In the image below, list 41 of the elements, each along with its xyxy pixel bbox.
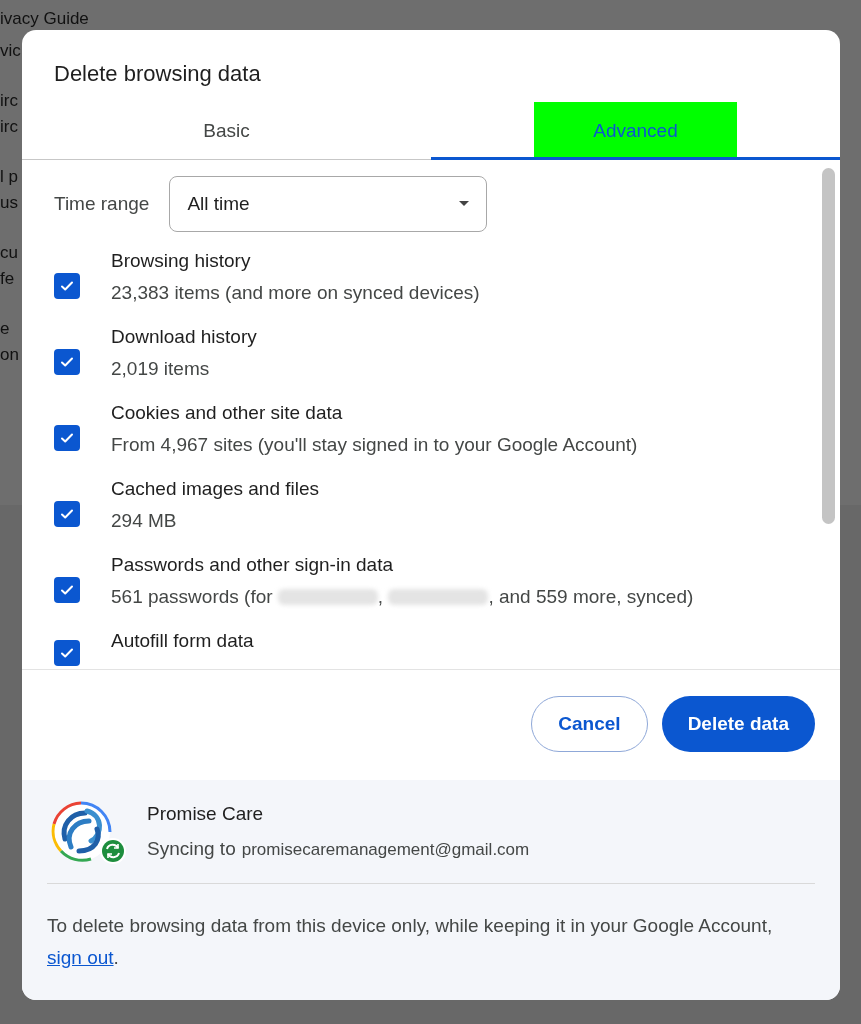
delete-button[interactable]: Delete data xyxy=(661,696,815,752)
sync-label: Syncing to xyxy=(147,836,236,861)
background-text: e xyxy=(0,318,10,340)
account-email: promisecaremanagement@gmail.com xyxy=(241,838,530,861)
tab[interactable]: Basic xyxy=(125,102,328,160)
option-detail: 23,383 items (and more on synced devices) xyxy=(111,281,480,305)
checkbox[interactable] xyxy=(54,577,80,603)
option-detail: , and 559 more, synced) xyxy=(488,585,694,609)
sign-out-note: To delete browsing data from this device only, while keeping it in your Google Account, sign out. xyxy=(47,914,774,970)
checkbox[interactable] xyxy=(54,349,80,375)
option-detail: From 4,967 sites (you'll stay signed in to your Google Account) xyxy=(111,433,638,457)
option-detail: 561 passwords (for xyxy=(111,585,274,609)
account-name: Promise Care xyxy=(147,802,265,826)
option-detail: 294 MB xyxy=(111,509,177,533)
option-title: Download history xyxy=(111,325,257,349)
option-title: Browsing history xyxy=(111,249,252,273)
option-title: Passwords and other sign-in data xyxy=(111,553,394,577)
background-text: cu xyxy=(0,242,18,264)
background-text: ivacy Guide xyxy=(0,8,89,30)
option-title: Cookies and other site data xyxy=(111,401,344,425)
option-title: Autofill form data xyxy=(111,629,254,653)
sign-out-link[interactable]: sign out xyxy=(47,947,114,968)
time-range-dropdown[interactable]: All time xyxy=(169,176,488,232)
checkbox[interactable] xyxy=(54,501,80,527)
tab[interactable]: Advanced xyxy=(534,102,737,160)
option-title: Cached images and files xyxy=(111,477,320,501)
option-detail: , xyxy=(377,585,385,609)
checkbox[interactable] xyxy=(54,640,80,666)
background-text: us xyxy=(0,192,18,214)
option-detail: 2,019 items xyxy=(111,357,210,381)
background-text: fe xyxy=(0,268,15,290)
dialog-title: Delete browsing data xyxy=(53,60,262,88)
background-text: vic xyxy=(0,40,21,62)
time-range-label: Time range xyxy=(54,191,150,216)
checkbox[interactable] xyxy=(54,425,80,451)
background-text: irc xyxy=(0,116,18,138)
caret-icon xyxy=(459,201,470,207)
checkbox[interactable] xyxy=(54,273,80,299)
background-text: l p xyxy=(0,166,18,188)
background-text: on xyxy=(0,344,19,366)
background-text: irc xyxy=(0,90,18,112)
